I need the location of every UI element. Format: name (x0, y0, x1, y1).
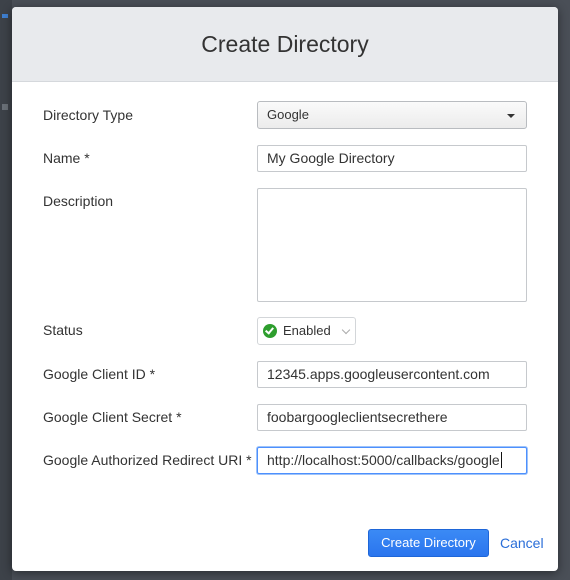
client-secret-input-value: foobargoogleclientsecrethere (267, 409, 448, 425)
create-directory-button[interactable]: Create Directory (368, 529, 489, 557)
name-input[interactable]: My Google Directory (257, 145, 527, 172)
redirect-uri-label: Google Authorized Redirect URI * (43, 452, 252, 468)
create-directory-dialog: Create Directory Directory Type Google N… (12, 7, 558, 571)
client-id-input[interactable]: 12345.apps.googleusercontent.com (257, 361, 527, 388)
client-id-label: Google Client ID * (43, 366, 156, 382)
status-value: Enabled (283, 323, 331, 338)
client-secret-label: Google Client Secret * (43, 409, 182, 425)
directory-type-value: Google (267, 107, 309, 122)
status-label: Status (43, 322, 83, 338)
description-textarea[interactable] (257, 188, 527, 302)
name-input-value: My Google Directory (267, 150, 395, 166)
dialog-header: Create Directory (12, 7, 558, 82)
redirect-uri-input-value: http://localhost:5000/callbacks/google (267, 452, 500, 468)
client-secret-input[interactable]: foobargoogleclientsecrethere (257, 404, 527, 431)
cancel-button[interactable]: Cancel (500, 529, 544, 557)
description-label: Description (43, 193, 114, 209)
client-id-input-value: 12345.apps.googleusercontent.com (267, 366, 490, 382)
dialog-title: Create Directory (201, 30, 369, 57)
directory-type-select[interactable]: Google (257, 101, 527, 129)
status-select[interactable]: Enabled (257, 317, 356, 345)
background-app (0, 0, 12, 580)
background-nav-icon (2, 14, 8, 18)
background-marker (2, 104, 8, 110)
caret-down-icon (507, 114, 515, 118)
check-circle-icon (263, 324, 277, 338)
directory-type-label: Directory Type (43, 107, 133, 123)
redirect-uri-input[interactable]: http://localhost:5000/callbacks/google (257, 447, 527, 474)
name-label: Name * (43, 150, 90, 166)
text-cursor (500, 452, 502, 468)
chevron-down-icon (341, 325, 351, 335)
